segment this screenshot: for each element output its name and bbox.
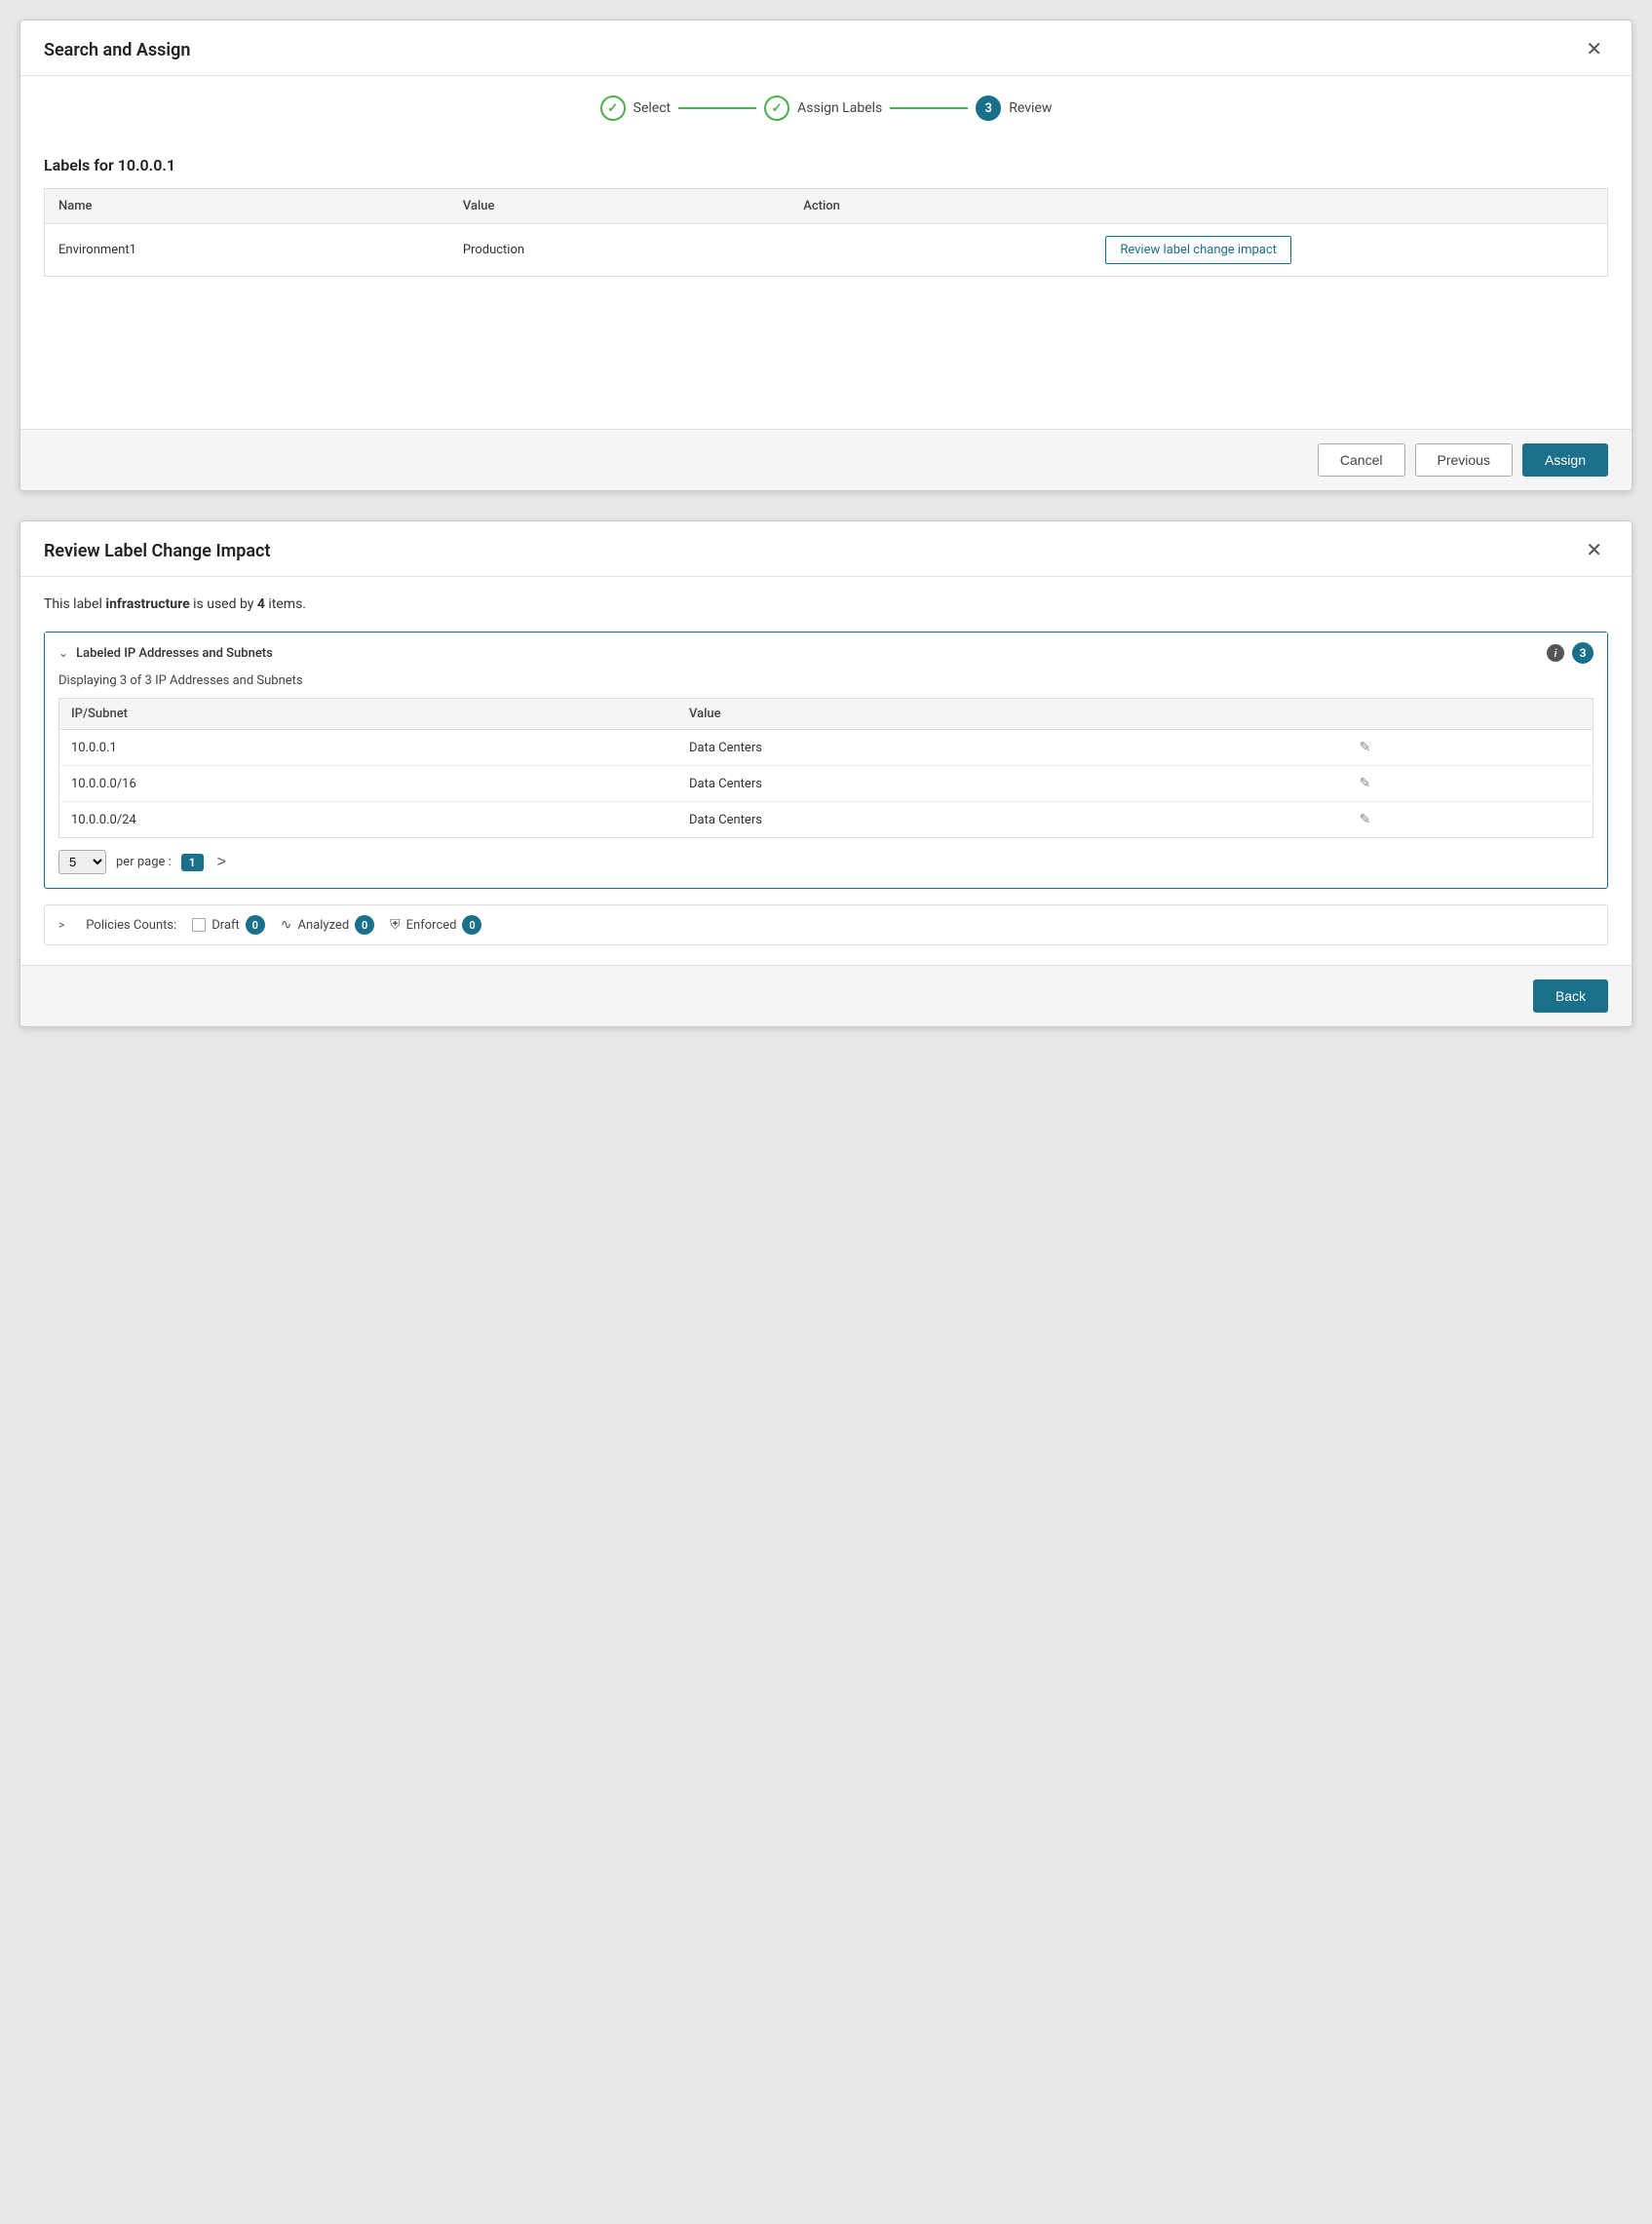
assign-button[interactable]: Assign	[1522, 443, 1608, 477]
edit-cell: ✎	[1348, 802, 1594, 838]
next-page-button[interactable]: >	[213, 852, 230, 873]
stepper: ✓ Select ✓ Assign Labels 3 Review	[20, 76, 1632, 136]
step-select-circle: ✓	[600, 96, 626, 121]
section-title: Labels for 10.0.0.1	[44, 156, 1608, 174]
ip-table-row: 10.0.0.0/24 Data Centers ✎	[59, 802, 1594, 838]
previous-button[interactable]: Previous	[1415, 443, 1513, 477]
display-count: Displaying 3 of 3 IP Addresses and Subne…	[58, 673, 1594, 688]
impact-label-name: infrastructure	[105, 596, 189, 612]
policies-label: Policies Counts:	[86, 918, 176, 933]
enforced-policy-item: ⛨ Enforced 0	[390, 915, 481, 935]
step-review-circle: 3	[976, 96, 1001, 121]
step-select: ✓ Select	[600, 96, 671, 121]
impact-middle: is used by	[190, 596, 257, 612]
modal1-footer: Cancel Previous Assign	[20, 429, 1632, 490]
ip-subnet-table: IP/Subnet Value 10.0.0.1 Data Centers ✎ …	[58, 698, 1594, 838]
cancel-button[interactable]: Cancel	[1318, 443, 1405, 477]
labeled-ip-body: Displaying 3 of 3 IP Addresses and Subne…	[45, 673, 1607, 888]
impact-description: This label infrastructure is used by 4 i…	[44, 596, 1608, 612]
ip-table-header-row: IP/Subnet Value	[59, 699, 1594, 730]
shield-icon: ⛨	[390, 917, 401, 933]
modal2-inner: This label infrastructure is used by 4 i…	[20, 577, 1632, 965]
analyzed-policy-item: ∿ Analyzed 0	[281, 915, 374, 935]
labeled-ip-section: ⌄ Labeled IP Addresses and Subnets i 3 D…	[44, 632, 1608, 889]
step-assign-labels: ✓ Assign Labels	[764, 96, 882, 121]
value-cell: Data Centers	[677, 802, 1348, 838]
value-cell: Data Centers	[677, 730, 1348, 766]
draft-policy-item: Draft 0	[192, 915, 265, 935]
policies-section: > Policies Counts: Draft 0 ∿ Analyzed 0 …	[44, 904, 1608, 945]
per-page-label: per page :	[116, 855, 172, 869]
modal2-body: This label infrastructure is used by 4 i…	[20, 577, 1632, 965]
modal2-close-button[interactable]: ✕	[1580, 539, 1608, 562]
step-assign-labels-circle: ✓	[764, 96, 789, 121]
ip-table-row: 10.0.0.1 Data Centers ✎	[59, 730, 1594, 766]
step-line-1	[678, 107, 756, 109]
impact-count: 4	[257, 596, 265, 612]
modal1-close-button[interactable]: ✕	[1580, 38, 1608, 61]
edit-cell: ✎	[1348, 730, 1594, 766]
labels-table: Name Value Action Environment1 Productio…	[44, 188, 1608, 277]
col-name-header: Name	[45, 189, 449, 224]
table-row: Environment1 Production Review label cha…	[45, 224, 1608, 277]
pagination-row: 5 10 25 per page : 1 >	[58, 850, 1594, 874]
analyzed-count-badge: 0	[355, 915, 374, 935]
labeled-ip-badge: 3	[1572, 642, 1594, 664]
col-value-header: Value	[449, 189, 789, 224]
edit-icon[interactable]: ✎	[1360, 776, 1371, 791]
draft-label: Draft	[211, 918, 240, 933]
ip-table-row: 10.0.0.0/16 Data Centers ✎	[59, 766, 1594, 802]
enforced-count-badge: 0	[462, 915, 481, 935]
labeled-ip-header[interactable]: ⌄ Labeled IP Addresses and Subnets i 3	[45, 633, 1607, 673]
ip-value-col-header: Value	[677, 699, 1348, 730]
per-page-select[interactable]: 5 10 25	[58, 850, 106, 874]
modal2-title: Review Label Change Impact	[44, 541, 270, 561]
row-name: Environment1	[45, 224, 449, 277]
step-review-label: Review	[1009, 100, 1052, 116]
enforced-label: Enforced	[406, 918, 457, 933]
ip-cell: 10.0.0.0/24	[59, 802, 677, 838]
edit-icon[interactable]: ✎	[1360, 740, 1371, 755]
current-page-badge: 1	[181, 854, 204, 871]
draft-box-icon	[192, 918, 206, 932]
draft-count-badge: 0	[246, 915, 265, 935]
modal1-body: Labels for 10.0.0.1 Name Value Action En…	[20, 136, 1632, 429]
impact-suffix: items.	[265, 596, 306, 612]
ip-cell: 10.0.0.0/16	[59, 766, 677, 802]
labeled-ip-title: Labeled IP Addresses and Subnets	[76, 646, 1539, 661]
expand-icon[interactable]: >	[58, 918, 64, 932]
review-label-change-modal: Review Label Change Impact ✕ This label …	[19, 520, 1633, 1027]
wave-icon: ∿	[281, 917, 292, 933]
search-and-assign-modal: Search and Assign ✕ ✓ Select ✓ Assign La…	[19, 19, 1633, 491]
modal1-title: Search and Assign	[44, 40, 190, 60]
analyzed-label: Analyzed	[298, 918, 350, 933]
step-select-label: Select	[634, 100, 671, 116]
row-value: Production	[449, 224, 789, 277]
edit-icon[interactable]: ✎	[1360, 812, 1371, 827]
value-cell: Data Centers	[677, 766, 1348, 802]
row-action: Review label change impact	[789, 224, 1607, 277]
info-icon: i	[1547, 644, 1564, 662]
back-button[interactable]: Back	[1533, 979, 1608, 1013]
modal2-header: Review Label Change Impact ✕	[20, 521, 1632, 577]
col-action-header: Action	[789, 189, 1607, 224]
ip-cell: 10.0.0.1	[59, 730, 677, 766]
chevron-down-icon: ⌄	[58, 646, 68, 660]
table-header-row: Name Value Action	[45, 189, 1608, 224]
ip-action-col-header	[1348, 699, 1594, 730]
impact-prefix: This label	[44, 596, 105, 612]
step-line-2	[890, 107, 968, 109]
modal1-header: Search and Assign ✕	[20, 20, 1632, 76]
ip-subnet-col-header: IP/Subnet	[59, 699, 677, 730]
step-assign-labels-label: Assign Labels	[797, 100, 882, 116]
review-label-change-link[interactable]: Review label change impact	[1105, 236, 1291, 264]
modal2-footer: Back	[20, 965, 1632, 1026]
step-review: 3 Review	[976, 96, 1052, 121]
edit-cell: ✎	[1348, 766, 1594, 802]
